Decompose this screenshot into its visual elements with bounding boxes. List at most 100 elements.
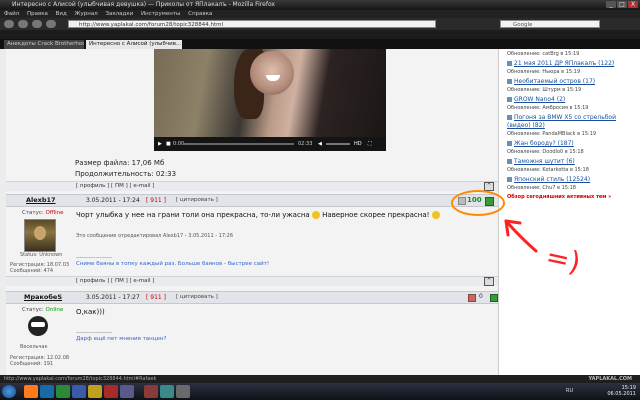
app-taskbar-icon-4[interactable]: [176, 385, 190, 398]
video-progress-bar[interactable]: [184, 143, 294, 145]
firefox-taskbar-icon[interactable]: [24, 385, 38, 398]
user-messages: Сообщений: 474: [10, 268, 54, 274]
topic-icon: [507, 97, 512, 102]
reload-icon[interactable]: [32, 20, 42, 28]
quote-link[interactable]: [ цитировать ]: [176, 197, 218, 203]
pause-icon[interactable]: ■: [166, 137, 171, 151]
close-button[interactable]: X: [628, 1, 638, 8]
forward-icon[interactable]: [18, 20, 28, 28]
language-indicator[interactable]: RU: [566, 388, 573, 394]
email-link[interactable]: e-mail: [133, 183, 150, 189]
start-button[interactable]: [2, 385, 16, 398]
system-clock[interactable]: 15:19 06.05.2011: [607, 385, 636, 397]
clock-date: 06.05.2011: [607, 391, 636, 397]
window-title: Интересно с Алисой (улыбчивая девушка) —…: [12, 1, 275, 8]
steam-taskbar-icon[interactable]: [72, 385, 86, 398]
topic-title[interactable]: Жан бороду? (187): [514, 140, 574, 147]
pm-link[interactable]: ПМ: [115, 183, 124, 189]
smiley-icon: [311, 211, 320, 219]
post-rating: 0: [479, 293, 483, 300]
post-number-value: 911: [150, 197, 162, 204]
topic-title[interactable]: Погоня за BMW X5 со стрельбой (видео) (8…: [507, 114, 616, 129]
post-number[interactable]: [ 911 ]: [146, 294, 166, 301]
topic-link[interactable]: GROW Nano4 (2): [507, 96, 633, 103]
rating-plus-icon[interactable]: [490, 294, 498, 302]
post-author[interactable]: МракобеS: [24, 293, 62, 301]
video-quality[interactable]: HD: [354, 137, 362, 151]
maximize-button[interactable]: □: [617, 1, 627, 8]
app-taskbar-icon-2[interactable]: [144, 385, 158, 398]
menu-view[interactable]: Вид: [56, 11, 67, 17]
menu-edit[interactable]: Правка: [27, 11, 48, 17]
annotation-smiley: =): [542, 239, 584, 280]
topic-update: Обновление: PandaMBlack в 15:19: [507, 131, 597, 137]
post-date: 3.05.2011 - 17:24: [86, 197, 140, 204]
avatar-caption: Status: Unknown: [20, 252, 63, 258]
topic-title[interactable]: Японский стиль (12524): [514, 176, 590, 183]
post-text-main: Чорт улыбка у нее на грани толи она прек…: [76, 211, 310, 219]
url-input[interactable]: http://www.yaplakal.com/forum28/topic328…: [68, 20, 436, 28]
video-player[interactable]: ▶ ■ 0:00 02:33 ◀ HD ⛶: [154, 49, 386, 151]
email-link[interactable]: e-mail: [133, 278, 150, 284]
menu-help[interactable]: Справка: [188, 11, 212, 17]
app-taskbar-icon[interactable]: [120, 385, 134, 398]
fullscreen-icon[interactable]: ⛶: [368, 137, 372, 151]
scroll-top-button[interactable]: ^: [484, 277, 494, 286]
annotation-arrow: [504, 219, 538, 253]
topic-link[interactable]: Японский стиль (12524): [507, 176, 633, 183]
topic-title[interactable]: 21 мая 2011 ДР ЯПлакалъ (122): [514, 60, 614, 67]
menu-tools[interactable]: Инструменты: [141, 11, 180, 17]
topic-icon: [507, 115, 512, 120]
tab-anekdoty[interactable]: Анекдоты Crack Brotherhood / Ан...: [4, 40, 84, 49]
pm-link[interactable]: ПМ: [115, 278, 124, 284]
volume-slider[interactable]: [326, 143, 350, 145]
topic-icon: [507, 141, 512, 146]
post-author[interactable]: Alexb17: [26, 196, 56, 204]
topic-title[interactable]: Необитаемый остров (17): [514, 78, 595, 85]
opera-taskbar-icon[interactable]: [104, 385, 118, 398]
watermark: YAPLAKAL.COM: [588, 376, 632, 382]
profile-link[interactable]: профиль: [80, 278, 106, 284]
menu-history[interactable]: Журнал: [75, 11, 98, 17]
menu-bar: Файл Правка Вид Журнал Закладки Инструме…: [0, 10, 640, 18]
post-text-second: Наверное скорее прекрасна!: [322, 211, 430, 219]
app-taskbar-icon-3[interactable]: [160, 385, 174, 398]
icq-taskbar-icon[interactable]: [56, 385, 70, 398]
topic-link[interactable]: Необитаемый остров (17): [507, 78, 633, 85]
home-icon[interactable]: [46, 20, 56, 28]
topic-link[interactable]: 21 мая 2011 ДР ЯПлакалъ (122): [507, 60, 633, 67]
post-number-value: 911: [150, 294, 162, 301]
back-icon[interactable]: [4, 20, 14, 28]
avatar: [22, 316, 54, 340]
file-duration: Продолжительность: 02:33: [75, 170, 177, 178]
quote-link[interactable]: [ цитировать ]: [176, 294, 218, 300]
avatar: [24, 219, 56, 252]
profile-link[interactable]: профиль: [80, 183, 106, 189]
play-icon[interactable]: ▶: [158, 137, 162, 151]
topic-title[interactable]: Таможня шутит (6): [514, 158, 575, 165]
post-header: МракобеS 3.05.2011 - 17:27 [ 911 ] [ цит…: [6, 291, 498, 304]
mona-lisa-face: [34, 226, 46, 240]
menu-file[interactable]: Файл: [4, 11, 19, 17]
search-input[interactable]: Google: [500, 20, 600, 28]
topic-link[interactable]: Таможня шутит (6): [507, 158, 633, 165]
menu-bookmarks[interactable]: Закладки: [105, 11, 133, 17]
volume-icon[interactable]: ◀: [318, 137, 322, 151]
tab-interesno[interactable]: Интересно с Алисой (улыбчив...: [86, 40, 182, 49]
rating-minus-icon[interactable]: [468, 294, 476, 302]
post-signature: Сниме баяны в топку каждый раз. Больше б…: [76, 261, 270, 267]
post-header: Alexb17 3.05.2011 - 17:24 [ 911 ] [ цити…: [6, 194, 498, 207]
skype-taskbar-icon[interactable]: [40, 385, 54, 398]
folder-taskbar-icon[interactable]: [88, 385, 102, 398]
active-topics-overview-link[interactable]: Обзор сегодняшних активных тем »: [507, 194, 633, 200]
topic-link[interactable]: Жан бороду? (187): [507, 140, 633, 147]
minimize-button[interactable]: _: [606, 1, 616, 8]
topic-link[interactable]: Погоня за BMW X5 со стрельбой (видео) (8…: [507, 114, 633, 130]
post-number[interactable]: [ 911 ]: [146, 197, 166, 204]
tab-strip: Анекдоты Crack Brotherhood / Ан... Интер…: [0, 39, 640, 49]
quote-link-label: цитировать: [179, 294, 214, 300]
video-controls: ▶ ■ 0:00 02:33 ◀ HD ⛶: [154, 137, 386, 151]
post-footer-bar: [ профиль ] [ ПМ ] [ e-mail ] ^: [6, 181, 498, 191]
video-face: [250, 51, 294, 95]
topic-title[interactable]: GROW Nano4 (2): [514, 96, 565, 103]
